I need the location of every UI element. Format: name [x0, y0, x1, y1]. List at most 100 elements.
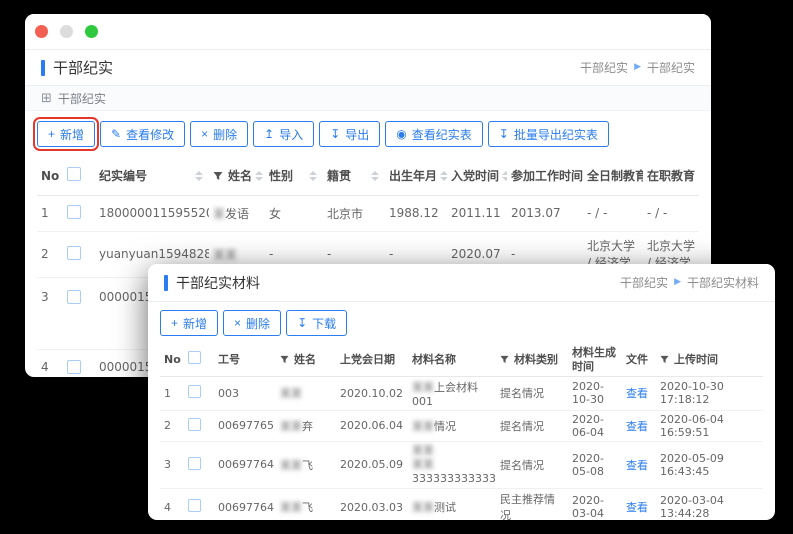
records-header-row: No 纪实编号 姓名 性别 籍贯 出生年月 入党时间: [37, 157, 699, 195]
batch-export-button[interactable]: ↧ 批量导出纪实表: [488, 121, 609, 147]
filter-icon[interactable]: [213, 171, 223, 181]
page-header: 干部纪实 干部纪实 ▶ 干部纪实: [25, 50, 711, 86]
panel-caption-text: 干部纪实: [58, 90, 106, 107]
add-button[interactable]: + 新增: [160, 310, 218, 336]
col-birth: 出生年月: [389, 167, 437, 184]
redacted-text: 某某: [412, 420, 434, 433]
minimize-window-icon[interactable]: [60, 25, 73, 38]
redacted-text: 某某: [412, 501, 434, 514]
col-uploaded: 上传时间: [674, 353, 718, 367]
view-file-link[interactable]: 查看: [626, 501, 648, 514]
download-icon: ↧: [297, 317, 307, 329]
sort-icon[interactable]: [502, 171, 507, 181]
eye-icon: ◉: [396, 128, 406, 140]
col-no: No: [164, 353, 181, 366]
delete-button[interactable]: × 删除: [223, 310, 281, 336]
col-material-name: 材料名称: [412, 353, 456, 366]
add-button-label: 新增: [60, 126, 84, 143]
table-row: 2 00697765 某某弃 2020.06.04 某某情况 提名情况 2020…: [160, 410, 763, 441]
sort-icon[interactable]: [255, 171, 265, 181]
plus-icon: +: [48, 128, 55, 140]
breadcrumb-parent[interactable]: 干部纪实: [620, 274, 668, 291]
redacted-text: 某: [213, 207, 225, 221]
view-file-link[interactable]: 查看: [626, 420, 648, 433]
table-grid-icon: ⊞: [41, 92, 52, 105]
row-checkbox[interactable]: [67, 205, 81, 219]
select-all-checkbox[interactable]: [188, 351, 201, 364]
materials-toolbar: + 新增 × 删除 ↧ 下载: [148, 302, 775, 344]
view-edit-button-label: 查看修改: [126, 126, 174, 143]
row-checkbox[interactable]: [67, 360, 81, 374]
view-file-link[interactable]: 查看: [626, 459, 648, 472]
redacted-text: 某某: [412, 444, 434, 457]
redacted-text: 某某: [280, 459, 302, 472]
col-generated: 材料生成时间: [572, 346, 616, 373]
row-checkbox[interactable]: [67, 246, 81, 260]
window-titlebar: [25, 14, 711, 50]
row-checkbox[interactable]: [188, 385, 201, 398]
sort-icon[interactable]: [440, 171, 447, 181]
col-name: 姓名: [294, 353, 316, 367]
filter-icon[interactable]: [280, 355, 289, 364]
download-button[interactable]: ↧ 下载: [286, 310, 347, 336]
panel-caption: ⊞ 干部纪实: [25, 86, 711, 111]
download-button-label: 下载: [312, 315, 336, 332]
delete-button[interactable]: × 删除: [190, 121, 248, 147]
export-button-label: 导出: [345, 126, 369, 143]
download-icon: ↧: [330, 128, 340, 140]
import-button-label: 导入: [279, 126, 303, 143]
breadcrumb-parent[interactable]: 干部纪实: [580, 59, 628, 76]
title-accent-bar: [41, 60, 45, 76]
row-checkbox[interactable]: [188, 457, 201, 470]
download-icon: ↧: [499, 128, 509, 140]
filter-icon[interactable]: [500, 355, 509, 364]
page-title-text: 干部纪实: [53, 57, 113, 78]
title-accent-bar: [164, 275, 168, 291]
row-checkbox[interactable]: [188, 499, 201, 512]
plus-icon: +: [171, 317, 178, 329]
row-checkbox[interactable]: [188, 418, 201, 431]
records-toolbar: + 新增 ✎ 查看修改 × 删除 ↥ 导入 ↧ 导出 ◉ 查看纪实表: [25, 111, 711, 157]
row-checkbox[interactable]: [67, 290, 81, 304]
cadre-materials-table: No 工号 姓名 上党会日期 材料名称 材料类别 材料生成时间 文件: [160, 344, 763, 520]
breadcrumb: 干部纪实 ▶ 干部纪实: [580, 59, 695, 76]
import-button[interactable]: ↥ 导入: [253, 121, 314, 147]
col-party-join: 入党时间: [451, 167, 499, 184]
export-button[interactable]: ↧ 导出: [319, 121, 380, 147]
col-onjob-edu: 在职教育: [647, 167, 695, 184]
table-row: 1 180000011595520000 某发语 女 北京市 1988.12 2…: [37, 195, 699, 231]
view-edit-button[interactable]: ✎ 查看修改: [100, 121, 185, 147]
batch-export-label: 批量导出纪实表: [514, 126, 598, 143]
page-title: 干部纪实材料: [164, 273, 260, 293]
col-gender: 性别: [269, 167, 293, 184]
maximize-window-icon[interactable]: [85, 25, 98, 38]
sort-icon[interactable]: [309, 171, 319, 181]
add-button-label: 新增: [183, 315, 207, 332]
select-all-checkbox[interactable]: [67, 167, 81, 181]
table-row: 1 003 某某 2020.10.02 某某上会材料001 提名情况 2020-…: [160, 376, 763, 410]
view-record-sheet-button[interactable]: ◉ 查看纪实表: [385, 121, 483, 147]
upload-icon: ↥: [264, 128, 274, 140]
sort-icon[interactable]: [195, 171, 205, 181]
sort-icon[interactable]: [371, 171, 381, 181]
view-file-link[interactable]: 查看: [626, 387, 648, 400]
filter-icon[interactable]: [660, 355, 669, 364]
table-row: 3 00697764 某某飞 2020.05.09 某某 某某333333333…: [160, 441, 763, 489]
add-button[interactable]: + 新增: [37, 121, 95, 147]
table-row: 4 00697764 某某飞 2020.03.03 某某测试 民主推荐情况 20…: [160, 489, 763, 520]
col-file: 文件: [626, 353, 648, 366]
redacted-text: 某某: [280, 387, 302, 400]
page-title: 干部纪实: [41, 57, 113, 78]
col-work-start: 参加工作时间: [511, 167, 583, 184]
close-icon: ×: [201, 128, 208, 140]
screenshot-stage: 干部纪实 干部纪实 ▶ 干部纪实 ⊞ 干部纪实 + 新增 ✎ 查看修改 ×: [0, 0, 793, 534]
breadcrumb: 干部纪实 ▶ 干部纪实材料: [620, 274, 759, 291]
breadcrumb-current: 干部纪实材料: [687, 274, 759, 291]
breadcrumb-current: 干部纪实: [647, 59, 695, 76]
materials-header-row: No 工号 姓名 上党会日期 材料名称 材料类别 材料生成时间 文件: [160, 344, 763, 376]
view-record-sheet-label: 查看纪实表: [412, 126, 472, 143]
breadcrumb-arrow-icon: ▶: [674, 278, 681, 287]
col-name: 姓名: [228, 167, 252, 184]
close-window-icon[interactable]: [35, 25, 48, 38]
redacted-text: 某某: [412, 458, 434, 471]
